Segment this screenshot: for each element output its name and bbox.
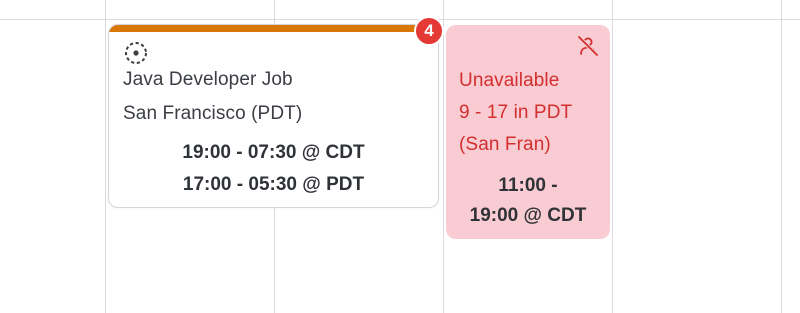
unavailable-event-card[interactable]: Unavailable 9 - 17 in PDT (San Fran) 11:… (446, 25, 610, 239)
grid-column-line (105, 0, 106, 313)
grid-column-line (612, 0, 613, 313)
grid-column-line (781, 0, 782, 313)
grid-row-line (0, 19, 800, 20)
event-color-bar (109, 25, 438, 32)
unavailable-label: Unavailable (459, 70, 560, 91)
event-time-cdt: 19:00 - 07:30 @ CDT (182, 142, 365, 163)
event-location: San Francisco (PDT) (123, 103, 303, 124)
event-title: Java Developer Job (123, 69, 293, 90)
unavailable-time-start: 11:00 - (498, 175, 558, 196)
grid-column-line (443, 0, 444, 313)
job-event-card[interactable]: Java Developer Job San Francisco (PDT) 1… (108, 24, 439, 208)
notification-count-badge[interactable]: 4 (414, 16, 444, 46)
unavailable-hours: 9 - 17 in PDT (459, 102, 573, 123)
user-off-icon (577, 35, 599, 57)
event-time-pdt: 17:00 - 05:30 @ PDT (182, 174, 365, 195)
dashed-circle-icon (125, 42, 147, 64)
unavailable-location: (San Fran) (459, 134, 551, 155)
unavailable-time-end: 19:00 @ CDT (469, 205, 587, 226)
